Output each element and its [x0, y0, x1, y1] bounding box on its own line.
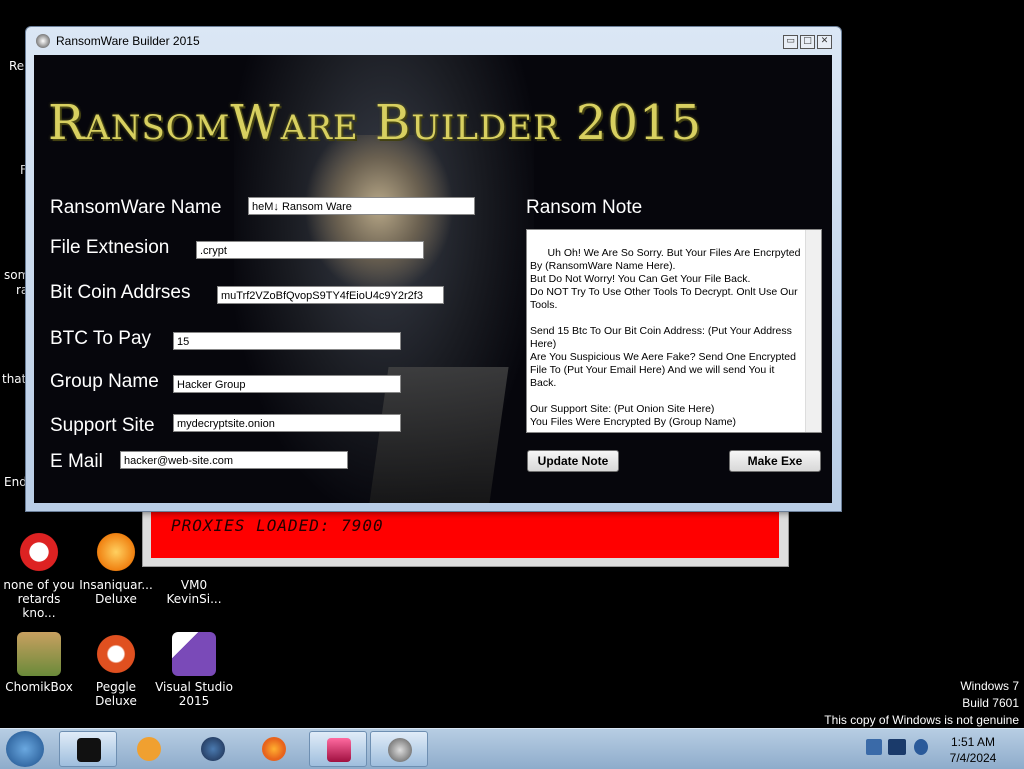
windows-orb-icon[interactable] [6, 731, 44, 767]
desktop-icon-visual-studio[interactable]: Visual Studio 2015 [155, 632, 233, 708]
taskbar: 1:51 AM 7/4/2024 [0, 728, 1024, 769]
bitcoin-address-label: Bit Coin Addrses [50, 282, 191, 303]
window-title: RansomWare Builder 2015 [56, 34, 200, 48]
desktop-icon-label: VM0 KevinSi... [166, 578, 222, 606]
proxy-window[interactable]: PROXIES LOADED: 7900 [142, 505, 789, 567]
desktop-label-that: that [2, 372, 27, 386]
watermark-line-2: Build 7601 [962, 696, 1019, 710]
chomikbox-icon [17, 632, 61, 676]
ransom-note-text: Uh Oh! We Are So Sorry. But Your Files A… [530, 247, 801, 428]
maximize-button[interactable]: □ [800, 35, 815, 49]
taskbar-item-firefox[interactable] [245, 731, 303, 767]
tray-date: 7/4/2024 [949, 751, 997, 765]
tray-time: 1:51 AM [950, 735, 996, 749]
visual-studio-icon [172, 632, 216, 676]
skull-icon [388, 738, 412, 762]
tray-monitor-icon[interactable] [888, 739, 906, 755]
firefox-icon [262, 737, 286, 761]
desktop-label-re: Re [9, 59, 25, 73]
ransom-note-textarea[interactable]: Uh Oh! We Are So Sorry. But Your Files A… [526, 229, 822, 433]
support-site-input[interactable]: mydecryptsite.onion [173, 414, 401, 432]
group-name-label: Group Name [50, 371, 159, 392]
update-note-button[interactable]: Update Note [527, 450, 619, 472]
ransomware-builder-window[interactable]: RansomWare Builder 2015 ▭ □ ✕ RansomWare… [25, 26, 842, 512]
support-site-label: Support Site [50, 415, 155, 436]
watermark-line-3: This copy of Windows is not genuine [824, 713, 1019, 727]
make-exe-button[interactable]: Make Exe [729, 450, 821, 472]
btc-to-pay-label: BTC To Pay [50, 328, 152, 349]
taskbar-item-skull[interactable] [370, 731, 428, 767]
desktop-icon-label: none of you retards kno... [3, 578, 75, 620]
email-input[interactable]: hacker@web-site.com [120, 451, 348, 469]
desktop-icon-label: Peggle Deluxe [95, 680, 137, 708]
desktop-icon-label: ChomikBox [5, 680, 73, 694]
tray-network-icon[interactable] [866, 739, 882, 755]
proxy-status-text: PROXIES LOADED: 7900 [171, 516, 384, 535]
file-extension-input[interactable]: .crypt [196, 241, 424, 259]
ransomware-name-input[interactable]: heM↓ Ransom Ware [248, 197, 475, 215]
minimize-button[interactable]: ▭ [783, 35, 798, 49]
desktop-icon-label: Visual Studio 2015 [155, 680, 233, 708]
note-scrollbar[interactable] [805, 230, 821, 432]
ransom-note-label: Ransom Note [526, 197, 643, 218]
close-button[interactable]: ✕ [817, 35, 832, 49]
windows-watermark: Windows 7 Build 7601 This copy of Window… [824, 678, 1019, 729]
group-name-input[interactable]: Hacker Group [173, 375, 401, 393]
app-icon [327, 738, 351, 762]
app-icon [36, 34, 50, 48]
globe-icon [201, 737, 225, 761]
desktop-icon-none-of-you[interactable]: none of you retards kno... [0, 530, 78, 620]
desktop-icon-label: Insaniquar... Deluxe [79, 578, 153, 606]
tray-volume-icon[interactable] [914, 739, 928, 755]
ransomware-name-label: RansomWare Name [50, 197, 222, 218]
peggle-icon [94, 632, 138, 676]
title-bar[interactable]: RansomWare Builder 2015 ▭ □ ✕ [26, 27, 841, 55]
bitcoin-address-input[interactable]: muTrf2VZoBfQvopS9TY4fEioU4c9Y2r2f3 [217, 286, 444, 304]
taskbar-item-media[interactable] [120, 731, 178, 767]
btc-to-pay-input[interactable]: 15 [173, 332, 401, 350]
window-client-area: RansomWare Builder 2015 RansomWare Name … [34, 55, 832, 503]
watermark-line-1: Windows 7 [960, 679, 1019, 693]
app-banner-title: RansomWare Builder 2015 [48, 95, 703, 151]
email-label: E Mail [50, 451, 103, 472]
desktop-icon-peggle[interactable]: Peggle Deluxe [77, 632, 155, 708]
desktop-label-end: End [4, 475, 27, 489]
fish-icon [94, 530, 138, 574]
tray-clock[interactable]: 1:51 AM 7/4/2024 [944, 734, 1002, 766]
desktop-icon-chomikbox[interactable]: ChomikBox [0, 632, 78, 694]
proxy-status-panel: PROXIES LOADED: 7900 [151, 510, 779, 558]
terminal-icon [77, 738, 101, 762]
taskbar-item-terminal[interactable] [59, 731, 117, 767]
media-player-icon [137, 737, 161, 761]
file-extension-label: File Extnesion [50, 237, 170, 258]
taskbar-item-globe[interactable] [184, 731, 242, 767]
taskbar-item-app[interactable] [309, 731, 367, 767]
app-icon [17, 530, 61, 574]
